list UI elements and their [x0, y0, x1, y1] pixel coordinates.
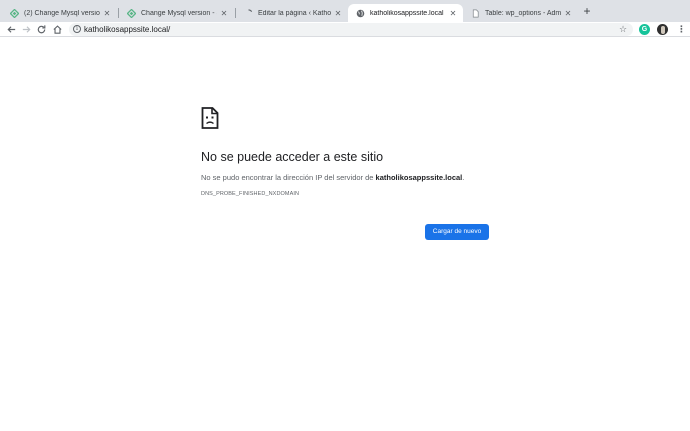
- close-icon[interactable]: ✕: [334, 9, 342, 18]
- menu-dots-icon[interactable]: ⋮: [676, 24, 687, 35]
- support-diamond-icon: [10, 8, 19, 18]
- bookmark-star-icon[interactable]: ☆: [619, 24, 627, 35]
- reload-button[interactable]: [36, 24, 47, 35]
- home-button[interactable]: [52, 24, 63, 35]
- tab-title: (2) Change Mysql version - Su: [24, 9, 100, 17]
- page-icon: [471, 9, 480, 18]
- tab-title: Editar la página ‹ KatholikosAp: [258, 9, 331, 17]
- grammarly-extension-icon[interactable]: G: [639, 24, 650, 35]
- globe-icon: [356, 9, 365, 18]
- new-tab-button[interactable]: +: [581, 5, 593, 17]
- summary-suffix: .: [462, 173, 465, 182]
- error-summary: No se pudo encontrar la dirección IP del…: [201, 173, 464, 182]
- error-heading: No se puede acceder a este sitio: [201, 150, 384, 164]
- forward-arrow-icon: [22, 26, 31, 33]
- error-code: DNS_PROBE_FINISHED_NXDOMAIN: [201, 191, 300, 197]
- close-icon[interactable]: ✕: [220, 9, 228, 18]
- close-icon[interactable]: ✕: [564, 9, 572, 18]
- tab-4-active[interactable]: katholikosappssite.local ✕: [348, 4, 463, 22]
- summary-text: No se pudo encontrar la dirección IP del…: [201, 173, 376, 182]
- forward-button[interactable]: [21, 24, 32, 35]
- close-icon[interactable]: ✕: [103, 9, 111, 18]
- support-diamond-icon: [127, 8, 136, 18]
- toolbar: i katholikosappssite.local/ ☆ G ⋮: [0, 22, 690, 37]
- sad-page-icon: [201, 107, 219, 129]
- info-icon[interactable]: i: [73, 25, 81, 33]
- profile-avatar[interactable]: [657, 24, 668, 35]
- tab-title: katholikosappssite.local: [370, 9, 444, 17]
- tab-2[interactable]: Change Mysql version - Suppo ✕: [119, 4, 234, 22]
- reload-icon: [37, 25, 46, 34]
- summary-host: katholikosappssite.local: [375, 173, 463, 182]
- address-bar[interactable]: i katholikosappssite.local/: [69, 23, 633, 36]
- tab-1[interactable]: (2) Change Mysql version - Su ✕: [2, 4, 117, 22]
- back-button[interactable]: [6, 24, 17, 35]
- close-icon[interactable]: ✕: [449, 9, 457, 18]
- home-icon: [53, 25, 62, 34]
- back-arrow-icon: [7, 26, 16, 33]
- tab-title: Change Mysql version - Suppo: [141, 9, 217, 17]
- reload-page-button[interactable]: Cargar de nuevo: [425, 224, 489, 240]
- tab-3[interactable]: Editar la página ‹ KatholikosAp ✕: [236, 4, 348, 22]
- tab-5[interactable]: Table: wp_options - Adminer ✕: [463, 4, 578, 22]
- address-url[interactable]: katholikosappssite.local/: [84, 25, 170, 34]
- tab-title: Table: wp_options - Adminer: [485, 9, 561, 17]
- loading-icon: [244, 8, 253, 18]
- tab-strip: (2) Change Mysql version - Su ✕ Change M…: [0, 0, 690, 22]
